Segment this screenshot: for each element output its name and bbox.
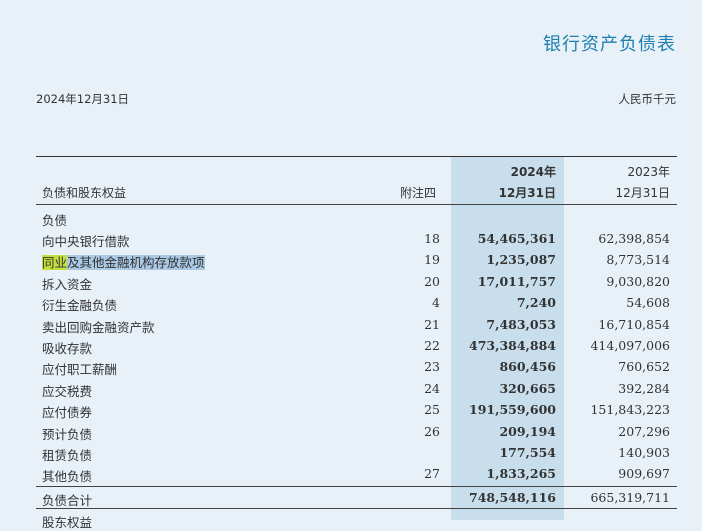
row-value-2023: 8,773,514 bbox=[606, 252, 670, 268]
row-value-2024: 1,235,087 bbox=[486, 252, 556, 268]
table-row: 吸收存款 22 473,384,884 414,097,006 bbox=[0, 336, 702, 357]
row-label: 衍生金融负债 bbox=[42, 298, 118, 314]
row-value-2024: 7,483,053 bbox=[486, 316, 556, 332]
table-row: 应交税费 24 320,665 392,284 bbox=[0, 379, 702, 400]
row-note: 20 bbox=[424, 273, 440, 289]
total-value-2024: 748,548,116 bbox=[469, 490, 556, 505]
row-note: 19 bbox=[424, 252, 440, 268]
row-value-2024: 860,456 bbox=[499, 359, 556, 375]
row-note: 25 bbox=[424, 402, 440, 418]
header-note: 附注四 bbox=[400, 186, 437, 200]
row-note: 18 bbox=[424, 231, 440, 246]
row-value-2024: 473,384,884 bbox=[469, 337, 556, 353]
row-value-2024: 1,833,265 bbox=[486, 466, 556, 482]
row-value-2024: 7,240 bbox=[516, 295, 556, 311]
header-label: 负债和股东权益 bbox=[42, 186, 127, 200]
page-title: 银行资产负债表 bbox=[543, 34, 676, 55]
row-value-2024: 177,554 bbox=[499, 444, 556, 460]
row-label: 吸收存款 bbox=[42, 340, 93, 356]
total-label: 负债合计 bbox=[42, 493, 93, 508]
table-row: 租赁负债 177,554 140,903 bbox=[0, 443, 702, 464]
row-label: 拆入资金 bbox=[42, 276, 93, 292]
next-section-title: 股东权益 bbox=[42, 515, 93, 530]
header-2023-date: 12月31日 bbox=[615, 186, 670, 200]
row-label: 预计负债 bbox=[42, 426, 93, 442]
header-2024-year: 2024年 bbox=[510, 165, 556, 179]
table-row: 衍生金融负债 4 7,240 54,608 bbox=[0, 293, 702, 314]
row-value-2024: 320,665 bbox=[499, 380, 556, 396]
row-value-2023: 414,097,006 bbox=[590, 337, 670, 353]
row-value-2023: 16,710,854 bbox=[598, 316, 670, 332]
liabilities-table: 向中央银行借款 18 54,465,361 62,398,854 同业及其他金融… bbox=[0, 229, 702, 486]
table-row: 预计负债 26 209,194 207,296 bbox=[0, 422, 702, 443]
table-row: 应付职工薪酬 23 860,456 760,652 bbox=[0, 357, 702, 378]
row-value-2023: 54,608 bbox=[626, 295, 670, 311]
row-note: 24 bbox=[424, 380, 440, 396]
header-2023-year: 2023年 bbox=[627, 165, 670, 179]
row-note: 26 bbox=[424, 423, 440, 439]
row-label: 租赁负债 bbox=[42, 447, 93, 463]
total-row: 负债合计 748,548,116 665,319,711 bbox=[0, 489, 702, 509]
table-top-rule bbox=[36, 156, 677, 157]
row-value-2024: 17,011,757 bbox=[477, 273, 556, 289]
row-value-2023: 392,284 bbox=[618, 380, 670, 396]
row-label[interactable]: 同业及其他金融机构存放款项 bbox=[42, 252, 205, 271]
table-row: 其他负债 27 1,833,265 909,697 bbox=[0, 464, 702, 485]
table-row: 拆入资金 20 17,011,757 9,030,820 bbox=[0, 272, 702, 293]
row-value-2023: 207,296 bbox=[618, 423, 670, 439]
row-label: 卖出回购金融资产款 bbox=[42, 319, 155, 335]
row-value-2023: 760,652 bbox=[618, 359, 670, 375]
row-value-2024: 191,559,600 bbox=[469, 402, 556, 418]
row-label: 向中央银行借款 bbox=[42, 234, 130, 249]
row-label: 应付职工薪酬 bbox=[42, 362, 118, 378]
header-rule bbox=[36, 204, 677, 205]
currency-unit: 人民币千元 bbox=[618, 92, 677, 106]
row-note: 21 bbox=[424, 316, 440, 332]
table-row: 同业及其他金融机构存放款项 19 1,235,087 8,773,514 bbox=[0, 250, 702, 271]
row-note: 23 bbox=[424, 359, 440, 375]
row-value-2023: 140,903 bbox=[618, 444, 670, 460]
row-value-2024: 54,465,361 bbox=[477, 231, 556, 246]
row-value-2023: 62,398,854 bbox=[598, 231, 670, 246]
row-label: 其他负债 bbox=[42, 469, 93, 485]
highlight-selection[interactable]: 及其他金融机构存放款项 bbox=[67, 255, 205, 271]
row-value-2023: 151,843,223 bbox=[590, 402, 670, 418]
row-label: 应交税费 bbox=[42, 383, 93, 399]
total-top-rule bbox=[36, 486, 677, 487]
section-title: 负债 bbox=[42, 213, 68, 228]
total-value-2023: 665,319,711 bbox=[590, 490, 670, 505]
row-note: 22 bbox=[424, 337, 440, 353]
total-bottom-rule bbox=[36, 508, 677, 509]
row-note: 4 bbox=[432, 295, 440, 311]
row-label: 应付债券 bbox=[42, 405, 93, 421]
table-row: 卖出回购金融资产款 21 7,483,053 16,710,854 bbox=[0, 315, 702, 336]
row-note: 27 bbox=[424, 466, 440, 482]
table-row: 应付债券 25 191,559,600 151,843,223 bbox=[0, 400, 702, 421]
table-row: 向中央银行借款 18 54,465,361 62,398,854 bbox=[0, 229, 702, 250]
row-value-2023: 9,030,820 bbox=[606, 273, 670, 289]
header-2024-date: 12月31日 bbox=[498, 186, 556, 200]
row-value-2024: 209,194 bbox=[499, 423, 556, 439]
highlight-green[interactable]: 同业 bbox=[42, 255, 68, 271]
report-date: 2024年12月31日 bbox=[36, 92, 130, 106]
row-value-2023: 909,697 bbox=[618, 466, 670, 482]
